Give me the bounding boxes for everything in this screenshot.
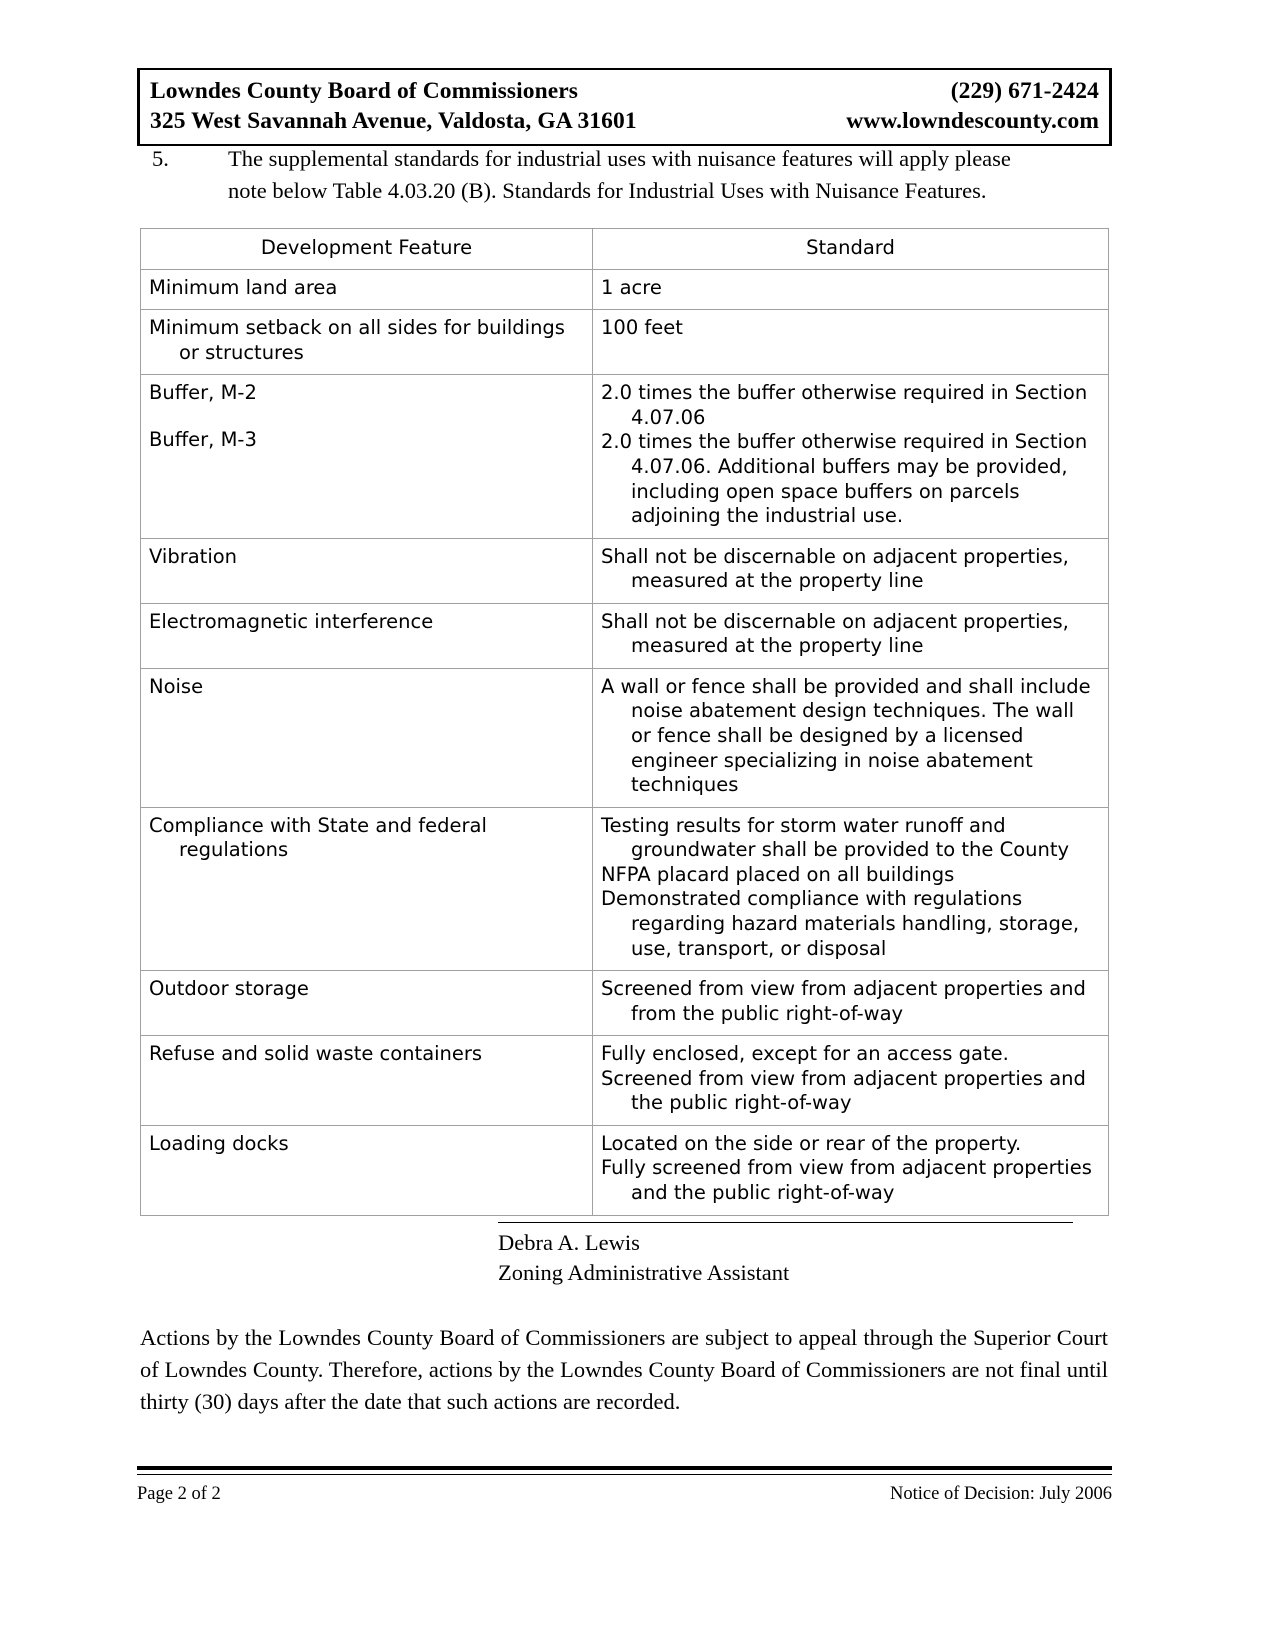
standard-text: 1 acre	[601, 275, 662, 299]
footer-page-number: Page 2 of 2	[137, 1484, 221, 1504]
cell-standard: Shall not be discernable on adjacent pro…	[592, 537, 1109, 604]
footer-rule-thin	[137, 1474, 1112, 1475]
standard-text: Shall not be discernable on adjacent pro…	[601, 544, 1069, 593]
item-paragraph-line-2: note below Table 4.03.20 (B). Standards …	[228, 177, 987, 203]
standard-text: Demonstrated compliance with regulations…	[601, 887, 1080, 960]
cell-standard: Shall not be discernable on adjacent pro…	[592, 602, 1109, 669]
cell-standard: 100 feet	[592, 309, 1109, 376]
cell-standard: Screened from view from adjacent propert…	[592, 970, 1109, 1037]
feature-text: Compliance with State and federal regula…	[149, 813, 487, 862]
cell-standard: Testing results for storm water runoff a…	[592, 806, 1109, 972]
footer-rule-thick	[137, 1466, 1112, 1470]
feature-text: Electromagnetic interference	[149, 609, 434, 633]
letterhead-row-2: 325 West Savannah Avenue, Valdosta, GA 3…	[150, 106, 1099, 136]
feature-text: Buffer, M-3	[149, 427, 257, 451]
letterhead-row-1: Lowndes County Board of Commissioners (2…	[150, 76, 1099, 106]
table-row: Noise A wall or fence shall be provided a…	[140, 667, 1109, 808]
table-row: Refuse and solid waste containers Fully e…	[140, 1035, 1109, 1126]
feature-text: Loading docks	[149, 1131, 289, 1155]
cell-standard: A wall or fence shall be provided and sh…	[592, 667, 1109, 808]
cell-development-feature: Compliance with State and federal regula…	[140, 806, 593, 972]
table-row: Outdoor storage Screened from view from a…	[140, 970, 1109, 1037]
feature-text: Vibration	[149, 544, 238, 568]
cell-development-feature: Outdoor storage	[140, 970, 593, 1037]
letterhead-box: Lowndes County Board of Commissioners (2…	[137, 68, 1112, 147]
table-row: Buffer, M-2 Buffer, M-3 2.0 times the buff…	[140, 374, 1109, 539]
standards-table-wrapper: Development Feature Standard Minimum lan…	[140, 228, 1109, 1216]
cell-development-feature: Refuse and solid waste containers	[140, 1035, 593, 1126]
document-page: Lowndes County Board of Commissioners (2…	[0, 0, 1275, 1651]
table-row: Vibration Shall not be discernable on adj…	[140, 537, 1109, 604]
numbered-item-5: 5. The supplemental standards for indust…	[152, 143, 1107, 207]
feature-text: Noise	[149, 674, 204, 698]
standards-table: Development Feature Standard Minimum lan…	[140, 228, 1109, 1216]
cell-development-feature: Noise	[140, 667, 593, 808]
footer-document-label: Notice of Decision: July 2006	[890, 1484, 1112, 1504]
standard-text: 100 feet	[601, 316, 683, 340]
standard-text: A wall or fence shall be provided and sh…	[601, 674, 1091, 797]
feature-text: Refuse and solid waste containers	[149, 1042, 483, 1066]
cell-development-feature: Minimum land area	[140, 268, 593, 311]
column-header-development-feature: Development Feature	[140, 228, 593, 270]
column-header-standard: Standard	[592, 228, 1109, 270]
item-paragraph: The supplemental standards for industria…	[228, 143, 1107, 207]
table-row: Electromagnetic interference Shall not be…	[140, 602, 1109, 669]
phone-number: (229) 671-2424	[950, 78, 1099, 104]
website-url: www.lowndescounty.com	[846, 108, 1099, 135]
cell-standard: 1 acre	[592, 268, 1109, 311]
cell-standard: Located on the side or rear of the prope…	[592, 1124, 1109, 1216]
numbered-item-row: 5. The supplemental standards for indust…	[152, 143, 1107, 207]
feature-text: Buffer, M-2	[149, 381, 257, 405]
feature-text: Minimum land area	[149, 275, 338, 299]
table-row: Compliance with State and federal regula…	[140, 806, 1109, 972]
standard-text: Fully screened from view from adjacent p…	[601, 1156, 1092, 1204]
closing-paragraph: Actions by the Lowndes County Board of C…	[140, 1325, 1108, 1414]
signer-name: Debra A. Lewis	[498, 1230, 640, 1255]
item-number: 5.	[152, 146, 169, 171]
cell-spacer	[149, 406, 584, 428]
standard-text: 2.0 times the buffer otherwise required …	[601, 430, 1088, 528]
standard-text: Screened from view from adjacent propert…	[601, 1066, 1086, 1115]
feature-text: Outdoor storage	[149, 977, 309, 1001]
cell-development-feature: Minimum setback on all sides for buildin…	[140, 309, 593, 376]
standard-text: Screened from view from adjacent propert…	[601, 977, 1086, 1025]
mailing-address: 325 West Savannah Avenue, Valdosta, GA 3…	[150, 108, 637, 135]
table-row: Minimum land area 1 acre	[140, 268, 1109, 311]
cell-standard: Fully enclosed, except for an access gat…	[592, 1035, 1109, 1126]
item-paragraph-line-1: The supplemental standards for industria…	[228, 146, 1011, 171]
table-row: Minimum setback on all sides for buildin…	[140, 309, 1109, 376]
table-row: Loading docks Located on the side or rear…	[140, 1124, 1109, 1216]
standard-text: Shall not be discernable on adjacent pro…	[601, 609, 1069, 658]
signature-block: Debra A. Lewis Zoning Administrative Ass…	[498, 1222, 1073, 1288]
feature-text: Minimum setback on all sides for buildin…	[149, 316, 565, 364]
standard-text: Testing results for storm water runoff a…	[601, 813, 1070, 862]
organization-name: Lowndes County Board of Commissioners	[150, 78, 579, 104]
cell-standard: 2.0 times the buffer otherwise required …	[592, 374, 1109, 539]
table-header-row: Development Feature Standard	[140, 228, 1109, 270]
standard-text: Fully enclosed, except for an access gat…	[601, 1042, 1009, 1066]
cell-development-feature: Electromagnetic interference	[140, 602, 593, 669]
signer-title: Zoning Administrative Assistant	[498, 1259, 790, 1285]
cell-development-feature: Loading docks	[140, 1124, 593, 1216]
standard-text: 2.0 times the buffer otherwise required …	[601, 381, 1088, 429]
signature-line	[498, 1222, 1073, 1223]
cell-development-feature: Vibration	[140, 537, 593, 604]
page-footer: Page 2 of 2 Notice of Decision: July 200…	[137, 1482, 1112, 1506]
standard-text: NFPA placard placed on all buildings	[601, 862, 955, 886]
standard-text: Located on the side or rear of the prope…	[601, 1131, 1022, 1155]
cell-development-feature: Buffer, M-2 Buffer, M-3	[140, 374, 593, 539]
